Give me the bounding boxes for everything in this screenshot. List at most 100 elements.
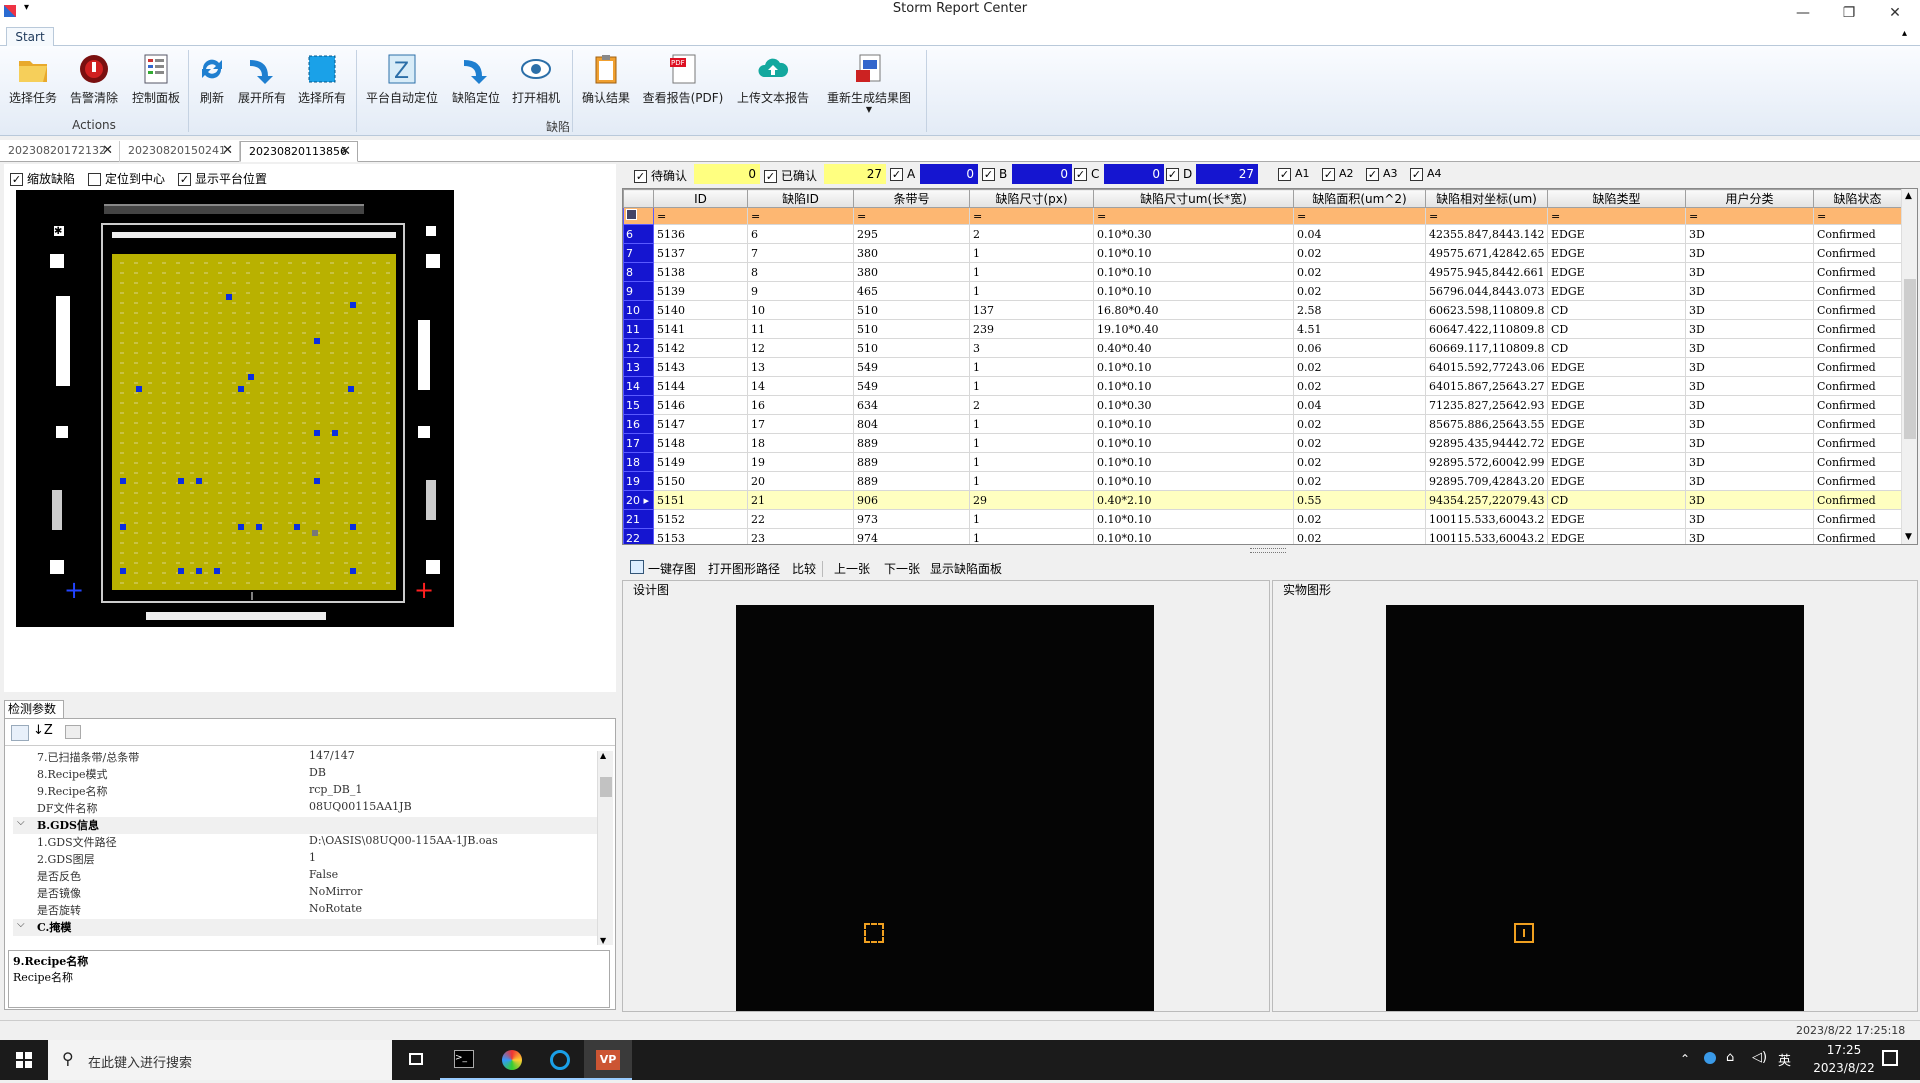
table-cell[interactable]: 5152 — [653, 509, 748, 529]
table-cell[interactable]: 510 — [853, 338, 970, 358]
table-cell[interactable]: CD — [1547, 300, 1686, 320]
table-cell[interactable]: 7 — [747, 243, 854, 263]
column-header[interactable]: 缺陷尺寸um(长*宽) — [1093, 189, 1294, 208]
table-cell[interactable]: 1 — [969, 433, 1094, 453]
defect-mark[interactable] — [136, 386, 142, 392]
splitter-handle[interactable] — [1250, 548, 1286, 553]
defect-mark[interactable] — [350, 302, 356, 308]
table-row[interactable]: 17 5148 18 889 1 0.10*0.10 0.02 92895.435,94442… — [623, 433, 1902, 453]
property-row[interactable]: 9.Recipe名称 rcp_DB_1 — [13, 783, 598, 800]
row-number[interactable]: 13 — [623, 357, 654, 377]
table-cell[interactable]: 0.02 — [1293, 509, 1426, 529]
table-cell[interactable]: EDGE — [1547, 452, 1686, 472]
open-camera-button[interactable]: 打开相机 — [508, 50, 564, 110]
table-cell[interactable]: 17 — [747, 414, 854, 434]
table-cell[interactable]: 0.10*0.10 — [1093, 452, 1294, 472]
table-cell[interactable]: 3D — [1685, 338, 1814, 358]
table-cell[interactable]: 5136 — [653, 224, 748, 244]
filter-cell[interactable]: = — [653, 207, 748, 225]
defect-mark[interactable] — [350, 524, 356, 530]
task-view-icon[interactable] — [392, 1040, 440, 1080]
table-cell[interactable]: 5141 — [653, 319, 748, 339]
table-cell[interactable]: 5144 — [653, 376, 748, 396]
table-row[interactable]: 22 5153 23 974 1 0.10*0.10 0.02 100115.533,6004… — [623, 528, 1902, 544]
table-cell[interactable]: 71235.827,25642.93 — [1425, 395, 1548, 415]
filter-cell[interactable]: = — [1547, 207, 1686, 225]
terminal-app-icon[interactable]: >_ — [440, 1040, 488, 1080]
table-cell[interactable]: 0.40*0.40 — [1093, 338, 1294, 358]
table-cell[interactable]: 295 — [853, 224, 970, 244]
table-cell[interactable]: Confirmed — [1813, 433, 1902, 453]
column-header[interactable]: 缺陷状态 — [1813, 189, 1902, 208]
row-number[interactable]: 14 — [623, 376, 654, 396]
table-cell[interactable]: 94354.257,22079.43 — [1425, 490, 1548, 510]
confirmed-checkbox[interactable]: ✓ 已确认 — [764, 167, 817, 184]
level-a1-checkbox[interactable]: ✓ A1 — [1278, 167, 1310, 181]
table-cell[interactable]: 0.02 — [1293, 433, 1426, 453]
defect-mark[interactable] — [314, 338, 320, 344]
table-cell[interactable]: CD — [1547, 490, 1686, 510]
table-cell[interactable]: 973 — [853, 509, 970, 529]
table-cell[interactable]: 3D — [1685, 490, 1814, 510]
table-cell[interactable]: 1 — [969, 452, 1094, 472]
table-cell[interactable]: 18 — [747, 433, 854, 453]
table-cell[interactable]: EDGE — [1547, 243, 1686, 263]
volume-icon[interactable]: ◁) — [1752, 1050, 1767, 1065]
row-number[interactable]: 22 — [623, 528, 654, 544]
table-cell[interactable]: 19 — [747, 452, 854, 472]
dropdown-arrow-icon[interactable]: ▼ — [822, 106, 916, 114]
property-section[interactable]: ⌵ B.GDS信息 — [13, 817, 598, 834]
table-cell[interactable]: 5148 — [653, 433, 748, 453]
table-cell[interactable]: 64015.867,25643.27 — [1425, 376, 1548, 396]
property-row[interactable]: 是否反色 False — [13, 868, 598, 885]
table-cell[interactable]: Confirmed — [1813, 490, 1902, 510]
table-cell[interactable]: 3D — [1685, 452, 1814, 472]
level-a3-checkbox[interactable]: ✓ A3 — [1366, 167, 1398, 181]
filter-cell[interactable]: = — [1813, 207, 1902, 225]
table-cell[interactable]: EDGE — [1547, 281, 1686, 301]
defect-mark[interactable] — [348, 386, 354, 392]
table-cell[interactable]: 0.02 — [1293, 376, 1426, 396]
open-image-path-button[interactable]: 打开图形路径 — [708, 560, 780, 577]
sort-az-icon[interactable]: ↓Z — [33, 723, 53, 738]
table-cell[interactable]: 5143 — [653, 357, 748, 377]
table-cell[interactable]: CD — [1547, 319, 1686, 339]
select-all-button[interactable]: 选择所有 — [294, 50, 350, 110]
table-cell[interactable]: 5151 — [653, 490, 748, 510]
table-cell[interactable]: 974 — [853, 528, 970, 544]
table-cell[interactable]: EDGE — [1547, 395, 1686, 415]
row-number[interactable]: 9 — [623, 281, 654, 301]
table-cell[interactable]: 889 — [853, 433, 970, 453]
table-row[interactable]: 21 5152 22 973 1 0.10*0.10 0.02 100115.533,6004… — [623, 509, 1902, 529]
defect-mark[interactable] — [120, 524, 126, 530]
regenerate-result-image-button[interactable]: 重新生成结果图 ▼ — [822, 50, 916, 114]
platform-auto-locate-button[interactable]: Z 平台自动定位 — [362, 50, 442, 110]
defect-mark[interactable] — [248, 374, 254, 380]
table-cell[interactable]: Confirmed — [1813, 376, 1902, 396]
table-cell[interactable]: 0.10*0.10 — [1093, 414, 1294, 434]
center-locate-checkbox[interactable]: 定位到中心 — [88, 170, 165, 187]
defect-mark[interactable] — [256, 524, 262, 530]
table-cell[interactable]: Confirmed — [1813, 262, 1902, 282]
table-cell[interactable]: 5146 — [653, 395, 748, 415]
property-row[interactable]: 是否镜像 NoMirror — [13, 885, 598, 902]
table-cell[interactable]: 380 — [853, 262, 970, 282]
row-number[interactable]: 16 — [623, 414, 654, 434]
table-cell[interactable]: 0.10*0.10 — [1093, 376, 1294, 396]
ribbon-collapse-icon[interactable]: ▴ — [1902, 28, 1907, 39]
table-row[interactable]: 19 5150 20 889 1 0.10*0.10 0.02 92895.709,42843… — [623, 471, 1902, 491]
show-platform-position-checkbox[interactable]: ✓ 显示平台位置 — [178, 170, 267, 187]
table-cell[interactable]: 0.06 — [1293, 338, 1426, 358]
zoom-defect-checkbox[interactable]: ✓ 缩放缺陷 — [10, 170, 75, 187]
table-cell[interactable]: 889 — [853, 452, 970, 472]
table-row[interactable]: 20 ▸ 5151 21 906 29 0.40*2.10 0.55 94354.257,22… — [623, 490, 1902, 510]
table-cell[interactable]: 889 — [853, 471, 970, 491]
row-number[interactable]: 20 ▸ — [623, 490, 654, 510]
table-cell[interactable]: 3D — [1685, 319, 1814, 339]
table-cell[interactable]: 23 — [747, 528, 854, 544]
table-cell[interactable]: 5138 — [653, 262, 748, 282]
clock-time[interactable]: 17:25 — [1812, 1043, 1876, 1057]
filter-cell[interactable]: = — [1685, 207, 1814, 225]
scroll-up-icon[interactable]: ▲ — [1905, 191, 1912, 201]
table-cell[interactable]: 5137 — [653, 243, 748, 263]
